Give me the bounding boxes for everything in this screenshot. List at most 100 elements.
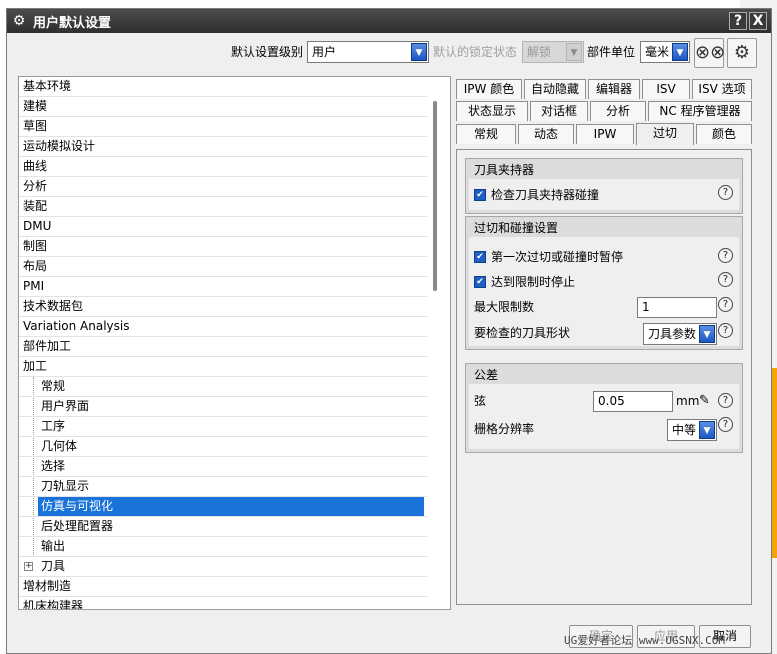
- tab-ipw[interactable]: IPW: [576, 124, 634, 144]
- tree-item[interactable]: 机床构建器: [19, 597, 427, 609]
- measure-icon[interactable]: ✎: [699, 393, 710, 408]
- tab-dialog[interactable]: 对话框: [530, 101, 588, 121]
- tree-item[interactable]: DMU: [19, 217, 427, 237]
- tree-item[interactable]: Variation Analysis: [19, 317, 427, 337]
- tab-isv-options[interactable]: ISV 选项: [692, 79, 752, 99]
- help-icon[interactable]: ?: [718, 323, 733, 338]
- tree-item-child[interactable]: 刀轨显示: [19, 477, 427, 497]
- gear-icon: ⚙: [12, 13, 26, 29]
- tree-item[interactable]: 加工: [19, 357, 427, 377]
- max-limit-label: 最大限制数: [474, 300, 535, 314]
- tree-item[interactable]: 建模: [19, 97, 427, 117]
- tab-auto-hide[interactable]: 自动隐藏: [524, 79, 586, 99]
- lock-status-select: 解锁 ▼: [522, 41, 584, 63]
- tree-scrollbar[interactable]: [433, 101, 437, 291]
- tab-editor[interactable]: 编辑器: [588, 79, 640, 99]
- tool-holder-group: 刀具夹持器 ✔ 检查刀具夹持器碰撞 ?: [465, 158, 743, 214]
- category-tree[interactable]: 基本环境 建模 草图 运动模拟设计 曲线 分析 装配 DMU 制图 布局 PMI…: [18, 76, 451, 610]
- tree-item[interactable]: 草图: [19, 117, 427, 137]
- group-title: 过切和碰撞设置: [474, 221, 559, 235]
- help-icon[interactable]: ?: [718, 297, 733, 312]
- tab-status-display[interactable]: 状态显示: [456, 101, 528, 121]
- expand-plus-icon[interactable]: +: [24, 562, 33, 571]
- help-button[interactable]: ?: [729, 12, 747, 30]
- part-unit-label: 部件单位: [587, 45, 636, 59]
- tree-item[interactable]: 技术数据包: [19, 297, 427, 317]
- chevron-down-icon: ▼: [699, 325, 715, 343]
- tab-nc-program-manager[interactable]: NC 程序管理器: [648, 101, 752, 121]
- gouge-collision-group: 过切和碰撞设置 ✔ 第一次过切或碰撞时暂停 ? ✔ 达到限制时停止 ? 最大限制…: [465, 216, 743, 350]
- settings-gear-icon[interactable]: ⚙: [727, 38, 757, 68]
- chord-input[interactable]: 0.05: [593, 391, 673, 412]
- group-body: ✔ 第一次过切或碰撞时暂停 ? ✔ 达到限制时停止 ? 最大限制数 1 ? 要检…: [469, 237, 739, 346]
- tree-item[interactable]: 运动模拟设计: [19, 137, 427, 157]
- help-icon[interactable]: ?: [718, 248, 733, 263]
- tree-item-child[interactable]: 后处理配置器: [19, 517, 427, 537]
- toolbar: 默认设置级别 用户 ▼ 默认的锁定状态 解锁 ▼ 部件单位 毫米 ▼ ⊗⊗ ⚙: [7, 38, 771, 68]
- tree-item[interactable]: 曲线: [19, 157, 427, 177]
- tool-shape-value: 刀具参数: [648, 327, 697, 341]
- help-icon[interactable]: ?: [718, 185, 733, 200]
- tree-item[interactable]: 分析: [19, 177, 427, 197]
- tree-item-selected[interactable]: 仿真与可视化: [19, 497, 427, 517]
- help-icon[interactable]: ?: [718, 393, 733, 408]
- grid-resolution-label: 栅格分辨率: [474, 422, 535, 436]
- tab-isv[interactable]: ISV: [642, 79, 690, 99]
- tab-ipw-color[interactable]: IPW 颜色: [456, 79, 522, 99]
- tree-item[interactable]: 布局: [19, 257, 427, 277]
- tree-item[interactable]: 基本环境: [19, 77, 427, 97]
- group-title: 刀具夹持器: [474, 163, 535, 177]
- pause-first-gouge-checkbox[interactable]: ✔: [474, 251, 486, 263]
- check-holder-collision-label: 检查刀具夹持器碰撞: [491, 188, 600, 202]
- tab-dynamic[interactable]: 动态: [518, 124, 574, 144]
- max-limit-input[interactable]: 1: [637, 297, 717, 318]
- binoculars-icon[interactable]: ⊗⊗: [694, 38, 725, 68]
- chevron-down-icon: ▼: [672, 43, 688, 61]
- tree-item[interactable]: 部件加工: [19, 337, 427, 357]
- tree-item[interactable]: 增材制造: [19, 577, 427, 597]
- lock-status-value: 解锁: [527, 45, 552, 59]
- check-holder-collision-checkbox[interactable]: ✔: [474, 189, 486, 201]
- tree-item-child[interactable]: 常规: [19, 377, 427, 397]
- chevron-down-icon: ▼: [566, 43, 582, 61]
- tool-shape-select[interactable]: 刀具参数 ▼: [643, 323, 717, 345]
- chevron-down-icon: ▼: [411, 43, 427, 61]
- level-select[interactable]: 用户 ▼: [307, 41, 429, 63]
- stop-at-limit-label: 达到限制时停止: [491, 275, 576, 289]
- part-unit-select[interactable]: 毫米 ▼: [640, 41, 690, 63]
- tree-item[interactable]: PMI: [19, 277, 427, 297]
- title-bar[interactable]: ⚙ 用户默认设置 ? X: [7, 9, 771, 33]
- grid-resolution-select[interactable]: 中等 ▼: [667, 419, 717, 441]
- chord-label: 弦: [474, 394, 487, 408]
- tree-item-child[interactable]: 选择: [19, 457, 427, 477]
- max-limit-value: 1: [642, 300, 650, 314]
- chord-value: 0.05: [598, 394, 625, 408]
- group-body: ✔ 检查刀具夹持器碰撞 ?: [469, 179, 739, 210]
- tree-item[interactable]: 制图: [19, 237, 427, 257]
- group-body: 弦 0.05 mm ✎ ? 栅格分辨率 中等 ▼ ?: [469, 384, 739, 449]
- tolerance-group: 公差 弦 0.05 mm ✎ ? 栅格分辨率 中等 ▼ ?: [465, 363, 743, 453]
- tab-gouge[interactable]: 过切: [636, 123, 694, 145]
- level-label: 默认设置级别: [231, 45, 304, 59]
- chord-unit: mm: [676, 394, 700, 408]
- group-title: 公差: [474, 368, 499, 382]
- pause-first-gouge-label: 第一次过切或碰撞时暂停: [491, 250, 624, 264]
- tab-general[interactable]: 常规: [456, 124, 516, 144]
- part-unit-value: 毫米: [645, 45, 670, 59]
- tab-analysis[interactable]: 分析: [590, 101, 646, 121]
- tree-item-child[interactable]: 输出: [19, 537, 427, 557]
- level-value: 用户: [312, 45, 337, 59]
- tree-item[interactable]: 装配: [19, 197, 427, 217]
- tree-item-child[interactable]: 工序: [19, 417, 427, 437]
- help-icon[interactable]: ?: [718, 272, 733, 287]
- tree-item-child[interactable]: 几何体: [19, 437, 427, 457]
- chevron-down-icon: ▼: [699, 421, 715, 439]
- close-button[interactable]: X: [749, 12, 767, 30]
- tree-item-child[interactable]: 用户界面: [19, 397, 427, 417]
- gouge-settings-panel: 刀具夹持器 ✔ 检查刀具夹持器碰撞 ? 过切和碰撞设置 ✔ 第一次过切或碰撞时暂…: [456, 149, 752, 605]
- grid-resolution-value: 中等: [672, 423, 697, 437]
- stop-at-limit-checkbox[interactable]: ✔: [474, 276, 486, 288]
- help-icon[interactable]: ?: [718, 417, 733, 432]
- tree-item-child[interactable]: 刀具: [19, 557, 427, 577]
- tab-color[interactable]: 颜色: [696, 124, 752, 144]
